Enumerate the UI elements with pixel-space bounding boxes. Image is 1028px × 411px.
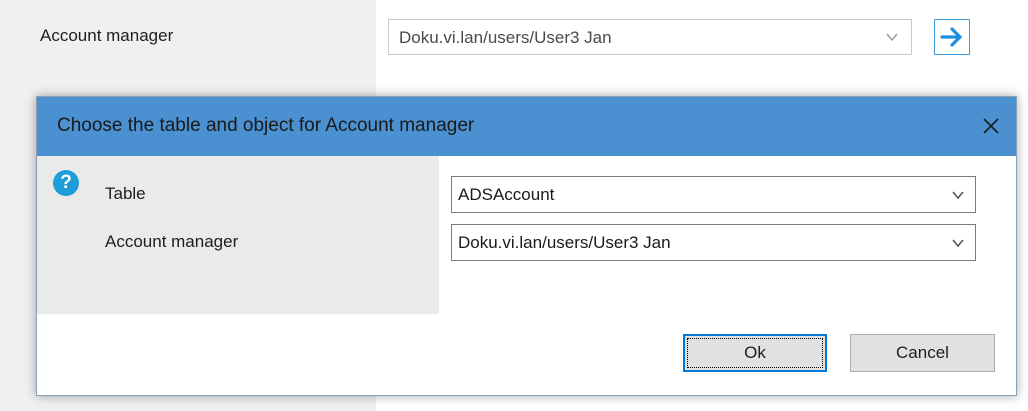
account-manager-field-value: Doku.vi.lan/users/User3 Jan [458,233,671,252]
chevron-down-icon [886,33,898,42]
account-manager-combobox[interactable]: Doku.vi.lan/users/User3 Jan [388,19,912,55]
focus-rectangle [687,338,823,368]
table-combobox[interactable]: ADSAccount [451,176,976,213]
chevron-down-icon [952,239,964,248]
dialog-titlebar[interactable]: Choose the table and object for Account … [37,97,1016,156]
choose-table-dialog: Choose the table and object for Account … [36,96,1017,396]
close-icon [983,118,999,134]
account-manager-label: Account manager [40,26,174,45]
ok-button[interactable]: Ok [683,334,827,372]
table-value: ADSAccount [458,185,555,204]
table-label: Table [105,184,146,203]
chevron-down-icon [952,191,964,200]
account-manager-field-label: Account manager [105,232,239,251]
close-button[interactable] [976,111,1006,141]
go-to-object-button[interactable] [934,19,970,55]
cancel-button-label: Cancel [896,343,949,362]
account-manager-field-combobox[interactable]: Doku.vi.lan/users/User3 Jan [451,224,976,261]
question-circle-icon: ? [53,170,79,196]
cancel-button[interactable]: Cancel [850,334,995,372]
account-manager-value: Doku.vi.lan/users/User3 Jan [399,28,612,47]
dialog-title: Choose the table and object for Account … [57,115,475,136]
arrow-right-icon [940,27,962,47]
